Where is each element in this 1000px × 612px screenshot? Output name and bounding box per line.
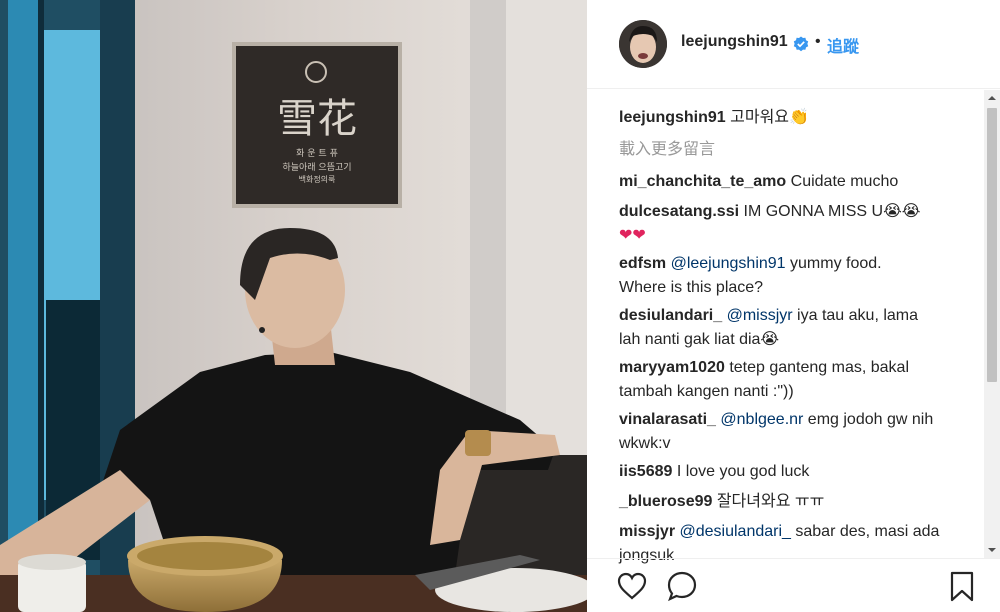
comment: maryyam1020 tetep ganteng mas, bakal tam… — [619, 356, 969, 404]
comment-username[interactable]: missjyr — [619, 523, 675, 540]
comment-text: yummy food. — [785, 255, 882, 272]
comment-mention[interactable]: @desiulandari_ — [675, 523, 790, 540]
comment: vinalarasati_ @nblgee.nr emg jodoh gw ni… — [619, 408, 969, 456]
comment-mention[interactable]: @missjyr — [722, 307, 793, 324]
follow-button[interactable]: 追蹤 — [827, 33, 859, 57]
comment-username[interactable]: _bluerose99 — [619, 493, 712, 510]
sign-sub2: 하늘아래 으뜸고기 — [282, 162, 351, 173]
header-separator: • — [815, 33, 821, 50]
comment-text: Cuidate mucho — [786, 173, 899, 190]
comment-username[interactable]: desiulandari_ — [619, 307, 722, 324]
comment-text-line2: Where is this place? — [619, 279, 764, 296]
scrollbar-thumb[interactable] — [987, 108, 997, 382]
post-photo: 雪花 화 운 트 퓨 하늘아래 으뜸고기 백화정의룩 — [0, 0, 587, 612]
scroll-up-arrow-icon[interactable] — [984, 90, 1000, 106]
verified-badge-icon — [793, 36, 809, 52]
comment-username[interactable]: edfsm — [619, 255, 666, 272]
comment-text: emg jodoh gw nih — [803, 411, 934, 428]
comment: iis5689 I love you god luck — [619, 460, 969, 484]
comment: mi_chanchita_te_amo Cuidate mucho — [619, 170, 969, 194]
load-more-comments-button[interactable]: 載入更多留言 — [619, 138, 969, 162]
sign-sub3: 백화정의룩 — [299, 174, 336, 184]
avatar[interactable] — [619, 20, 667, 68]
comment-text-line2: wkwk:v — [619, 435, 671, 452]
comments-scrollbar[interactable] — [984, 90, 1000, 558]
scroll-down-arrow-icon[interactable] — [984, 542, 1000, 558]
comment-username[interactable]: iis5689 — [619, 463, 672, 480]
comment-text: sabar des, masi ada — [790, 523, 940, 540]
comment-username[interactable]: leejungshin91 — [619, 109, 726, 126]
comment-username[interactable]: dulcesatang.ssi — [619, 203, 739, 220]
comment-text-line2: ❤❤ — [619, 227, 646, 244]
comment-text-line2: tambah kangen nanti :")) — [619, 383, 794, 400]
comment-text: iya tau aku, lama — [792, 307, 919, 324]
comment-username[interactable]: mi_chanchita_te_amo — [619, 173, 786, 190]
comment-icon[interactable] — [665, 569, 699, 603]
comment-text: tetep ganteng mas, bakal — [724, 359, 909, 376]
comment-text-line2: lah nanti gak liat dia😭 — [619, 331, 780, 348]
post-header: leejungshin91 • 追蹤 — [587, 0, 1000, 89]
post-side-panel: leejungshin91 • 追蹤 leejungshin91 고마워요👏 載… — [587, 0, 1000, 612]
comment-text: IM GONNA MISS U😭😭 — [739, 203, 921, 220]
bookmark-icon[interactable] — [945, 569, 979, 603]
post-actions-bar — [587, 558, 1000, 612]
comment-text: 고마워요👏 — [725, 109, 809, 126]
comment-mention[interactable]: @nblgee.nr — [716, 411, 803, 428]
comment: dulcesatang.ssi IM GONNA MISS U😭😭 ❤❤ — [619, 200, 969, 248]
comment-mention[interactable]: @leejungshin91 — [666, 255, 786, 272]
sign-sub1: 화 운 트 퓨 — [296, 148, 338, 159]
owner-username[interactable]: leejungshin91 — [681, 33, 788, 51]
comment: desiulandari_ @missjyr iya tau aku, lama… — [619, 304, 969, 352]
comment-text: I love you god luck — [672, 463, 810, 480]
comment: edfsm @leejungshin91 yummy food. Where i… — [619, 252, 969, 300]
comment-username[interactable]: vinalarasati_ — [619, 411, 716, 428]
comment: _bluerose99 잘다녀와요 ㅠㅠ — [619, 490, 969, 514]
sign-title: 雪花 — [277, 96, 357, 142]
caption: leejungshin91 고마워요👏 — [619, 106, 969, 130]
heart-icon[interactable] — [615, 569, 649, 603]
comment-username[interactable]: maryyam1020 — [619, 359, 725, 376]
comment-text: 잘다녀와요 ㅠㅠ — [712, 493, 825, 510]
